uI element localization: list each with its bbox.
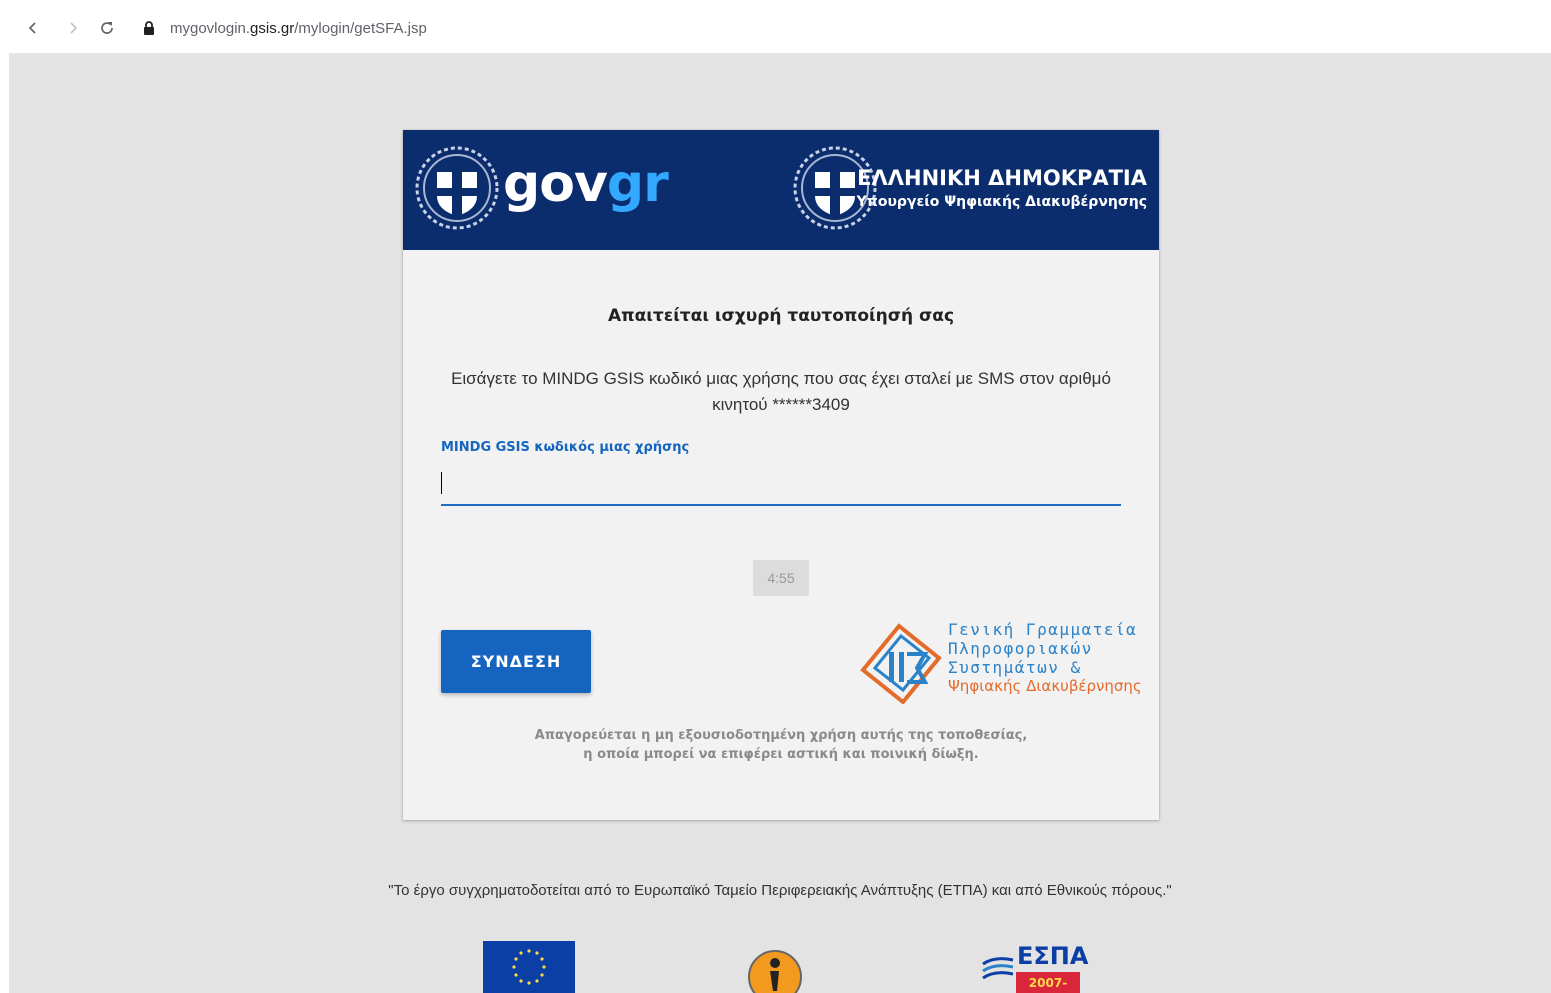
warning-line-2: η οποία μπορεί να επιφέρει αστική και πο… — [583, 747, 979, 762]
text-cursor — [441, 472, 442, 494]
page-viewport: govgr ΕΛΛΗΝΙΚΗ ΔΗΜΟΚΡΑΤΙΑ Υπουργείο Ψηφι… — [9, 54, 1551, 993]
gsis-line-1: Γενική Γραμματεία — [948, 620, 1138, 639]
sms-instructions: Εισάγετε το MINDG GSIS κωδικό μιας χρήση… — [451, 369, 1111, 414]
card-header: govgr ΕΛΛΗΝΙΚΗ ΔΗΜΟΚΡΑΤΙΑ Υπουργείο Ψηφι… — [403, 130, 1159, 250]
espa-label: ΕΣΠΑ — [1017, 942, 1089, 970]
greek-emblem-icon — [415, 146, 499, 230]
reload-icon[interactable] — [95, 16, 119, 40]
page-heading: Απαιτείται ισχυρή ταυτοποίησή σας — [607, 306, 955, 326]
gsis-line-2: Πληροφοριακών — [948, 639, 1093, 658]
gsis-line-3: Συστημάτων & — [948, 658, 1082, 677]
logo-gr: gr — [606, 154, 669, 214]
otp-field-label: MINDG GSIS κωδικός μιας χρήσης — [441, 440, 690, 455]
url-host: gsis.gr — [250, 20, 295, 37]
funding-note: "Το έργο συγχρηματοδοτείται από το Ευρωπ… — [388, 882, 1172, 899]
countdown-timer: 4:55 — [753, 560, 809, 596]
info-society-logo-icon — [748, 950, 802, 993]
login-button[interactable]: ΣΥΝΔΕΣΗ — [441, 630, 591, 693]
espa-years: 2007-2013 — [1016, 972, 1080, 993]
login-card: govgr ΕΛΛΗΝΙΚΗ ΔΗΜΟΚΡΑΤΙΑ Υπουργείο Ψηφι… — [403, 130, 1159, 820]
back-icon[interactable] — [21, 16, 45, 40]
ministry-name: Υπουργείο Ψηφιακής Διακυβέρνησης — [856, 194, 1147, 210]
warning-line-1: Απαγορεύεται η μη εξουσιοδοτημένη χρήση … — [534, 728, 1028, 743]
govgr-logo: govgr — [503, 152, 669, 216]
eu-flag-logo — [483, 941, 575, 993]
otp-input[interactable] — [441, 464, 1121, 506]
republic-title: ΕΛΛΗΝΙΚΗ ΔΗΜΟΚΡΑΤΙΑ — [857, 166, 1147, 190]
address-bar-url[interactable]: mygovlogin.gsis.gr/mylogin/getSFA.jsp — [170, 20, 427, 37]
url-path: /mylogin/getSFA.jsp — [294, 20, 427, 37]
lock-icon[interactable] — [137, 16, 161, 40]
left-edge — [0, 0, 9, 993]
url-prefix: mygovlogin. — [170, 20, 251, 37]
logo-gov: gov — [503, 154, 608, 214]
unauthorized-use-warning: Απαγορεύεται η μη εξουσιοδοτημένη χρήση … — [403, 726, 1159, 764]
forward-icon[interactable] — [61, 16, 85, 40]
browser-toolbar: mygovlogin.gsis.gr/mylogin/getSFA.jsp — [9, 0, 1551, 54]
gsis-logo-icon — [860, 623, 942, 704]
gsis-line-4: Ψηφιακής Διακυβέρνησης — [948, 677, 1142, 695]
gsis-wordmark: Γενική Γραμματεία Πληροφοριακών Συστημάτ… — [948, 620, 1142, 696]
